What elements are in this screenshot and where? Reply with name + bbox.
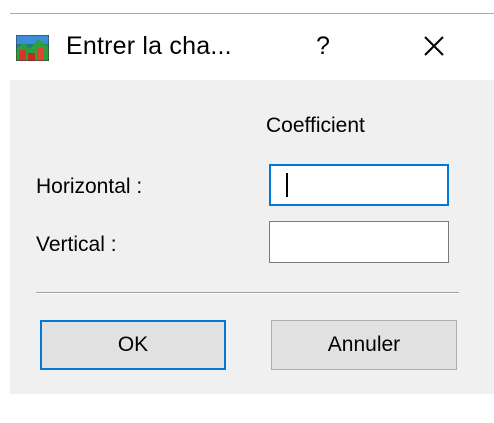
vertical-label: Vertical : [36,233,117,256]
screen: Entrer la cha... ? Coefficient Horizonta… [0,0,494,423]
horizontal-label: Horizontal : [36,175,143,198]
horizontal-coefficient-input[interactable] [271,166,447,204]
close-icon [416,36,452,68]
title-bar[interactable]: Entrer la cha... ? [10,14,494,80]
text-caret [286,173,288,197]
horizontal-coefficient-field[interactable] [269,164,449,206]
app-icon [15,34,50,62]
dialog-window: Entrer la cha... ? Coefficient Horizonta… [10,14,494,394]
ok-button[interactable]: OK [40,320,226,370]
close-button[interactable] [416,28,452,64]
cancel-button[interactable]: Annuler [271,320,457,370]
vertical-coefficient-input[interactable] [270,222,448,262]
window-title: Entrer la cha... [66,32,232,60]
help-label: ? [316,32,330,60]
coefficient-column-header: Coefficient [266,114,365,137]
help-button[interactable]: ? [306,28,340,64]
separator-line [36,292,459,294]
vertical-coefficient-field[interactable] [269,221,449,263]
